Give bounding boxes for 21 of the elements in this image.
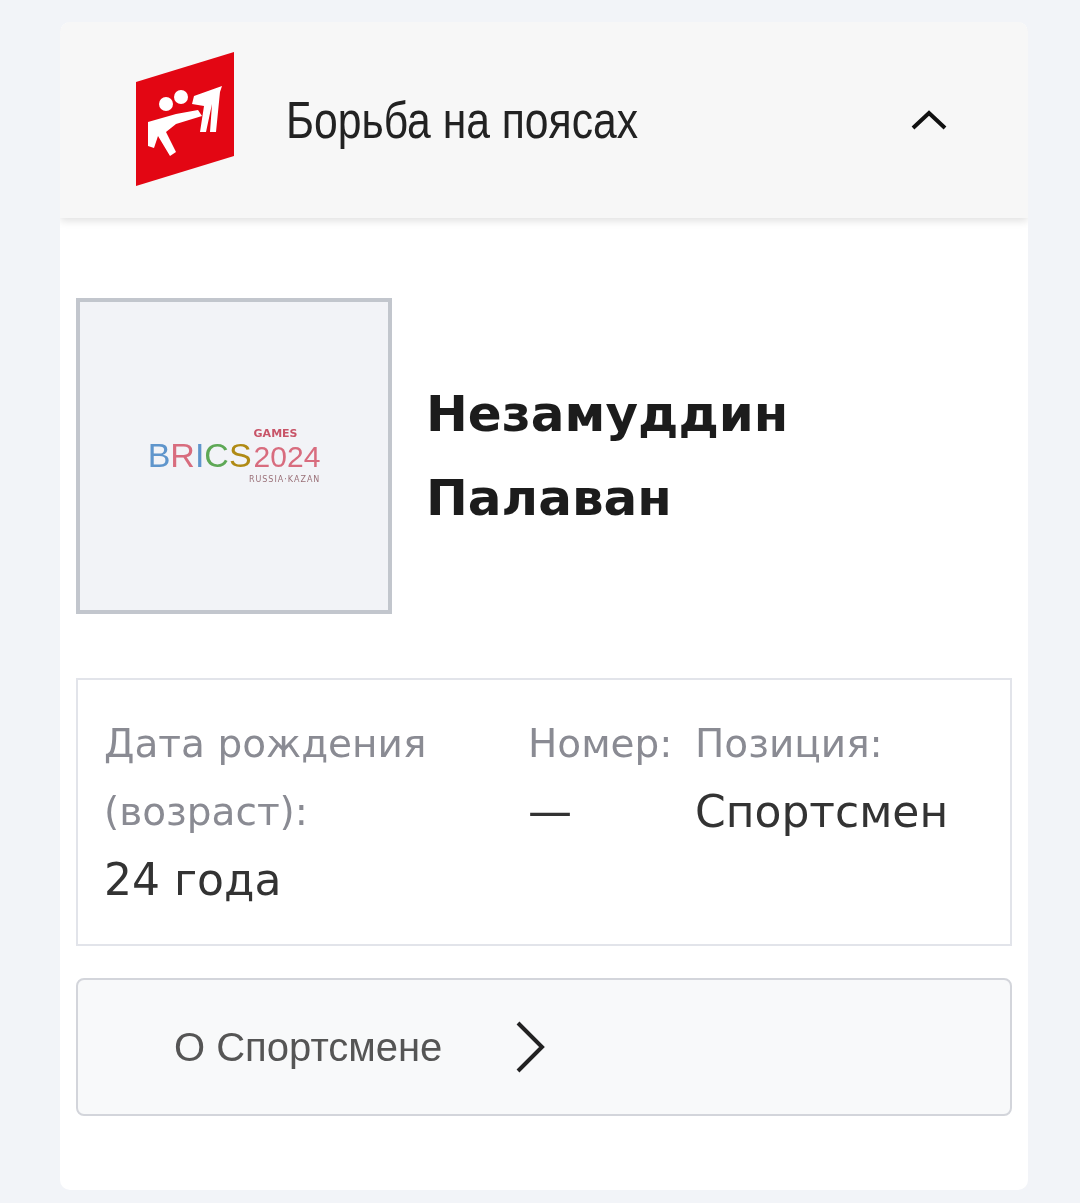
- info-label: Позиция:: [695, 720, 884, 768]
- sport-title: Борьба на поясах: [286, 90, 639, 150]
- athlete-name: Незамуддин Палаван: [426, 384, 790, 529]
- info-value: —: [528, 785, 573, 839]
- logo-year: 2024: [253, 440, 321, 475]
- logo-letter: B: [147, 435, 171, 475]
- logo-letter: S: [228, 435, 252, 475]
- logo-letter: C: [204, 435, 229, 475]
- logo-word: GAMES: [253, 426, 298, 441]
- logo-letter: I: [194, 435, 205, 475]
- chevron-up-icon[interactable]: [910, 109, 948, 131]
- info-value: Спортсмен: [695, 785, 950, 839]
- chevron-right-icon: [514, 1020, 547, 1074]
- about-athlete-button[interactable]: О Спортсмене: [76, 978, 1012, 1116]
- logo-letter: R: [170, 435, 195, 475]
- accordion-header[interactable]: Борьба на поясах: [60, 22, 1028, 218]
- wrestling-icon: [136, 52, 234, 188]
- info-label: Номер:: [528, 720, 674, 768]
- info-label: Дата рождения (возраст):: [104, 720, 428, 836]
- logo-caption: RUSSIA·KAZAN: [248, 474, 321, 486]
- info-value: 24 года: [104, 853, 283, 907]
